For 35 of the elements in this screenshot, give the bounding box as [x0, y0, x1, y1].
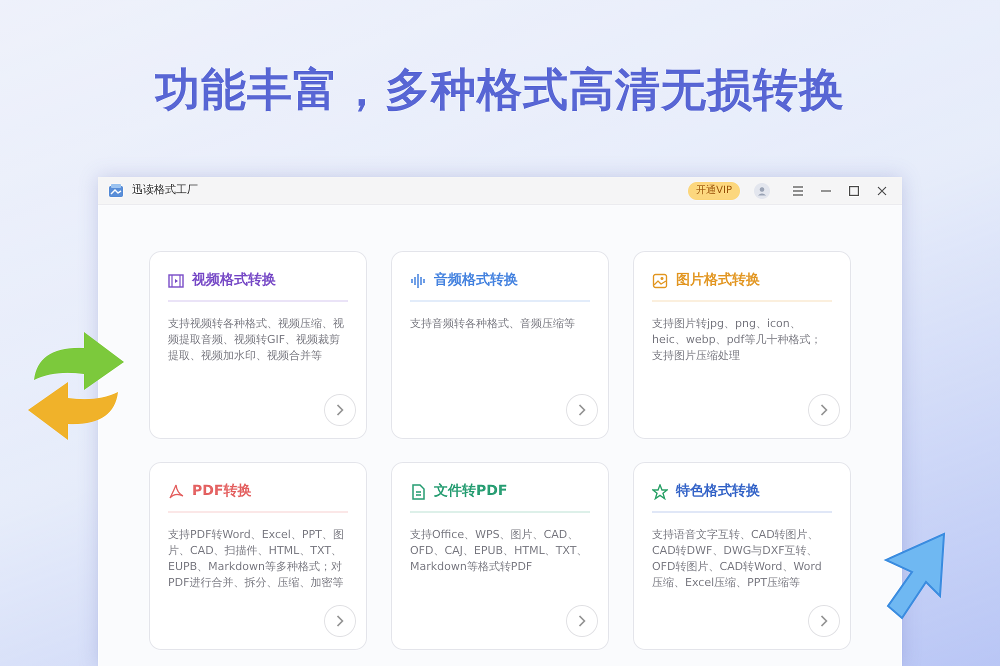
sound-wave-icon: [410, 272, 426, 288]
chevron-right-icon[interactable]: [324, 394, 356, 426]
chevron-right-icon[interactable]: [324, 605, 356, 637]
window-title: 迅读格式工厂: [132, 182, 198, 198]
avatar-icon[interactable]: [752, 180, 772, 200]
chevron-right-icon[interactable]: [808, 394, 840, 426]
card-description: 支持Office、WPS、图片、CAD、OFD、CAJ、EPUB、HTML、TXT、Markdown等格式转PDF: [410, 527, 588, 575]
app-logo-icon: [108, 184, 124, 198]
card-title: 视频格式转换: [192, 271, 276, 290]
star-icon: [652, 484, 668, 500]
film-icon: [168, 272, 184, 288]
feature-card[interactable]: PDF转换 支持PDF转Word、Excel、PPT、图片、CAD、扫描件、HTML、TXT、EUPB、Markdown等多种格式；对PDF进行合并、拆分、压缩、加密等: [149, 462, 367, 650]
card-title: PDF转换: [192, 482, 252, 501]
chevron-right-icon[interactable]: [808, 605, 840, 637]
image-icon: [652, 272, 668, 288]
pdf-icon: [168, 484, 184, 500]
vip-button[interactable]: 开通VIP: [688, 182, 740, 200]
feature-card[interactable]: 文件转PDF 支持Office、WPS、图片、CAD、OFD、CAJ、EPUB、HTML、TXT、Markdown等格式转PDF: [391, 462, 609, 650]
card-title: 图片格式转换: [676, 271, 760, 290]
card-title: 文件转PDF: [434, 482, 508, 501]
feature-card[interactable]: 音频格式转换 支持音频转各种格式、音频压缩等: [391, 251, 609, 439]
card-title: 音频格式转换: [434, 270, 518, 290]
chevron-right-icon[interactable]: [566, 605, 598, 637]
card-description: 支持图片转jpg、png、icon、heic、webp、pdf等几十种格式；支持图片压缩处理: [652, 316, 822, 364]
card-description: 支持PDF转Word、Excel、PPT、图片、CAD、扫描件、HTML、TXT、EUPB、Markdown等多种格式；对PDF进行合并、拆分、压缩、加密等: [168, 527, 345, 591]
feature-card[interactable]: 特色格式转换 支持语音文字互转、CAD转图片、CAD转DWF、DWG与DXF互转、OFD转图片、CAD转Word、Word压缩、Excel压缩、PPT压缩等: [633, 462, 851, 650]
document-icon: [410, 484, 426, 500]
headline: 功能丰富，多种格式高清无损转换: [155, 62, 845, 118]
card-description: 支持视频转各种格式、视频压缩、视频提取音频、视频转GIF、视频裁剪提取、视频加水印、视频合并等: [168, 316, 345, 364]
chevron-right-icon[interactable]: [566, 394, 598, 426]
feature-card[interactable]: 图片格式转换 支持图片转jpg、png、icon、heic、webp、pdf等几十种格式；支持图片压缩处理: [633, 251, 851, 439]
card-description: 支持音频转各种格式、音频压缩等: [410, 316, 576, 332]
feature-card[interactable]: 视频格式转换 支持视频转各种格式、视频压缩、视频提取音频、视频转GIF、视频裁剪提取、视频加水印、视频合并等: [149, 251, 367, 439]
card-title: 特色格式转换: [676, 482, 760, 501]
card-description: 支持语音文字互转、CAD转图片、CAD转DWF、DWG与DXF互转、OFD转图片、CAD转Word、Word压缩、Excel压缩、PPT压缩等: [652, 527, 823, 591]
